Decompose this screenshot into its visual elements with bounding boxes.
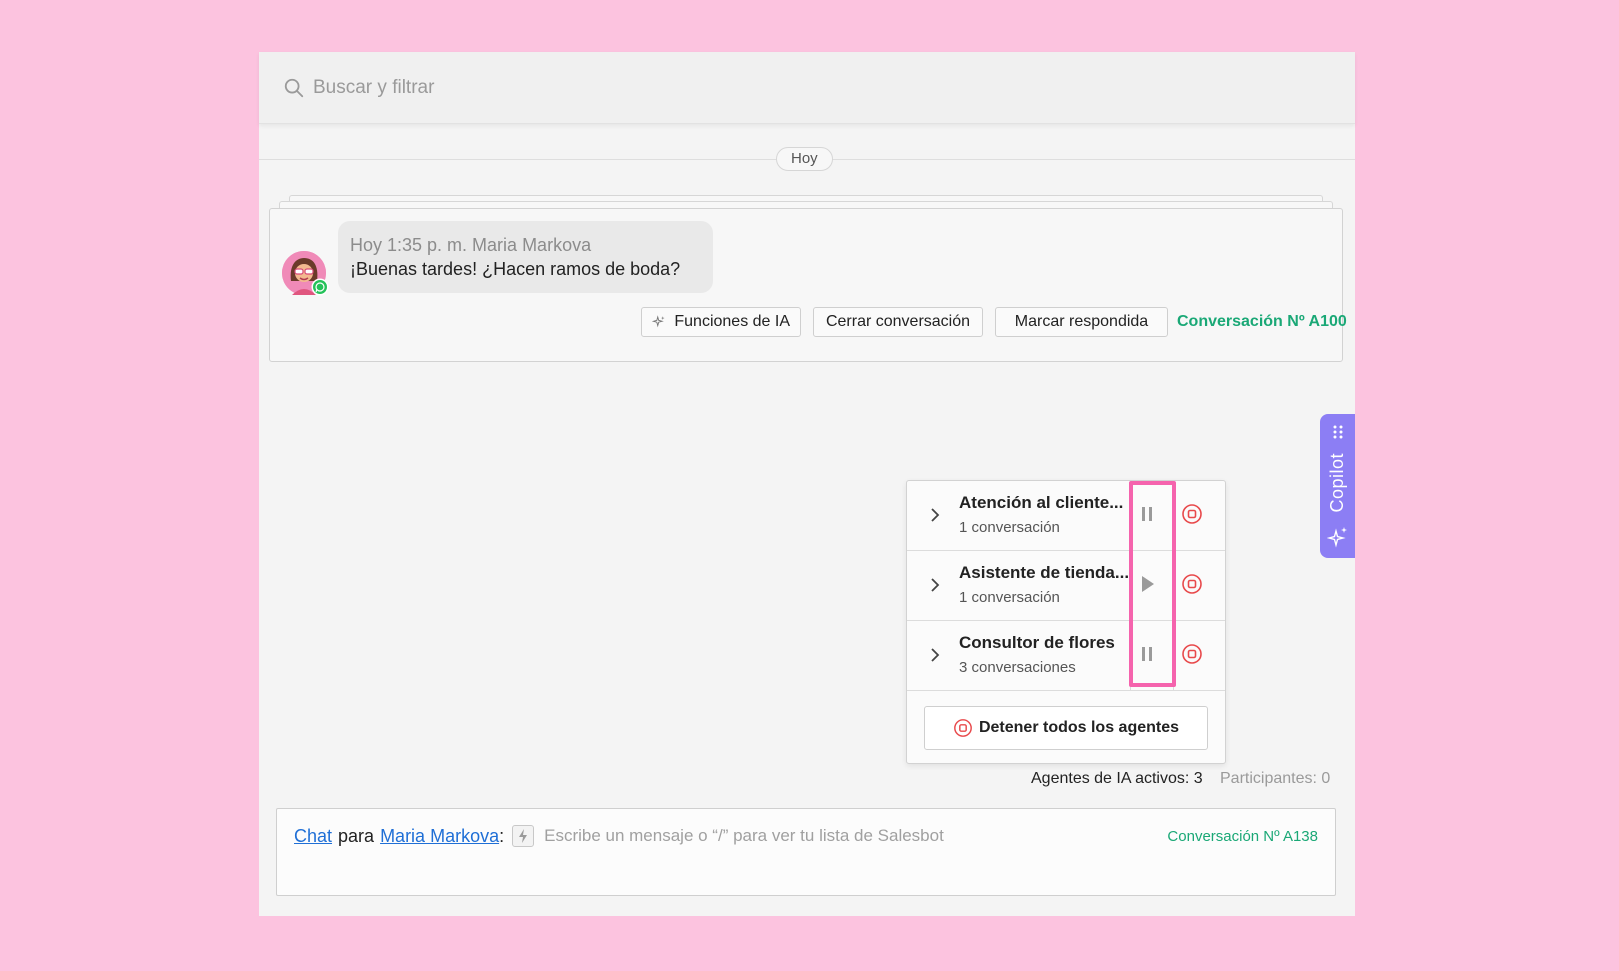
sparkle-icon (1326, 527, 1347, 548)
channel-link[interactable]: Chat (294, 826, 332, 847)
ai-functions-label: Funciones de IA (674, 313, 790, 330)
agent-row: Asistente de tienda... 1 conversación (907, 551, 1225, 621)
ai-functions-button[interactable]: Funciones de IA (641, 307, 801, 337)
composer-colon: : (499, 825, 505, 846)
divider (1130, 621, 1131, 691)
copilot-label: Copilot (1327, 453, 1347, 513)
composer-line: Chat para Maria Markova : (294, 825, 1045, 847)
chevron-right-icon[interactable] (927, 505, 943, 525)
mark-answered-button[interactable]: Marcar respondida (995, 307, 1168, 337)
whatsapp-icon (311, 278, 329, 296)
divider (1173, 551, 1174, 621)
message-bubble: Hoy 1:35 p. m. Maria Markova ¡Buenas tar… (338, 221, 713, 293)
divider (1173, 621, 1174, 691)
pause-icon[interactable] (1136, 643, 1158, 665)
agent-row: Consultor de flores 3 conversaciones (907, 621, 1225, 691)
stop-icon[interactable] (1181, 643, 1203, 665)
date-label: Hoy (776, 147, 833, 171)
search-input[interactable] (313, 76, 713, 99)
copilot-tab[interactable]: Copilot (1320, 414, 1355, 558)
message-card: Hoy 1:35 p. m. Maria Markova ¡Buenas tar… (269, 208, 1347, 362)
search-bar (259, 52, 1355, 124)
active-agents-count[interactable]: Agentes de IA activos: 3 (1031, 770, 1203, 788)
message-input[interactable] (544, 826, 1045, 846)
sparkle-icon (652, 315, 665, 328)
stop-all-agents-button[interactable]: Detener todos los agentes (924, 706, 1208, 750)
agent-conversation-count: 3 conversaciones (959, 659, 1076, 676)
search-icon (284, 78, 304, 97)
pause-icon[interactable] (1136, 503, 1158, 525)
drag-handle-icon[interactable] (1331, 424, 1345, 440)
chevron-right-icon[interactable] (927, 645, 943, 665)
divider (1130, 551, 1131, 621)
agent-conversation-count: 1 conversación (959, 519, 1060, 536)
bolt-icon[interactable] (512, 825, 535, 847)
participants-count[interactable]: Participantes: 0 (1220, 770, 1330, 788)
recipient-link[interactable]: Maria Markova (380, 826, 499, 847)
ai-agents-panel: Atención al cliente... 1 conversación As… (906, 480, 1226, 764)
agent-row: Atención al cliente... 1 conversación (907, 481, 1225, 551)
stop-icon[interactable] (1181, 503, 1203, 525)
chat-window: Hoy Hoy 1:35 p. m. Maria Markova ¡ (259, 52, 1355, 916)
agent-conversation-count: 1 conversación (959, 589, 1060, 606)
stop-icon (954, 719, 972, 737)
divider (1173, 481, 1174, 551)
close-conversation-button[interactable]: Cerrar conversación (813, 307, 983, 337)
avatar[interactable] (282, 251, 329, 296)
stop-icon[interactable] (1181, 573, 1203, 595)
chevron-right-icon[interactable] (927, 575, 943, 595)
composer-conversation-number[interactable]: Conversación Nº A138 (1167, 828, 1318, 845)
message-text: ¡Buenas tardes! ¿Hacen ramos de boda? (350, 259, 681, 279)
stop-all-label: Detener todos los agentes (978, 719, 1180, 736)
divider (1130, 481, 1131, 551)
conversation-number[interactable]: Conversación Nº A100 (1177, 313, 1347, 331)
agent-name: Asistente de tienda... (959, 563, 1130, 582)
message-composer: Chat para Maria Markova : Conversación N… (276, 808, 1336, 896)
play-icon[interactable] (1136, 573, 1158, 595)
agent-name: Consultor de flores (959, 633, 1115, 652)
message-meta: Hoy 1:35 p. m. Maria Markova (350, 235, 592, 255)
composer-connector: para (338, 825, 375, 846)
agent-name: Atención al cliente... (959, 493, 1124, 512)
